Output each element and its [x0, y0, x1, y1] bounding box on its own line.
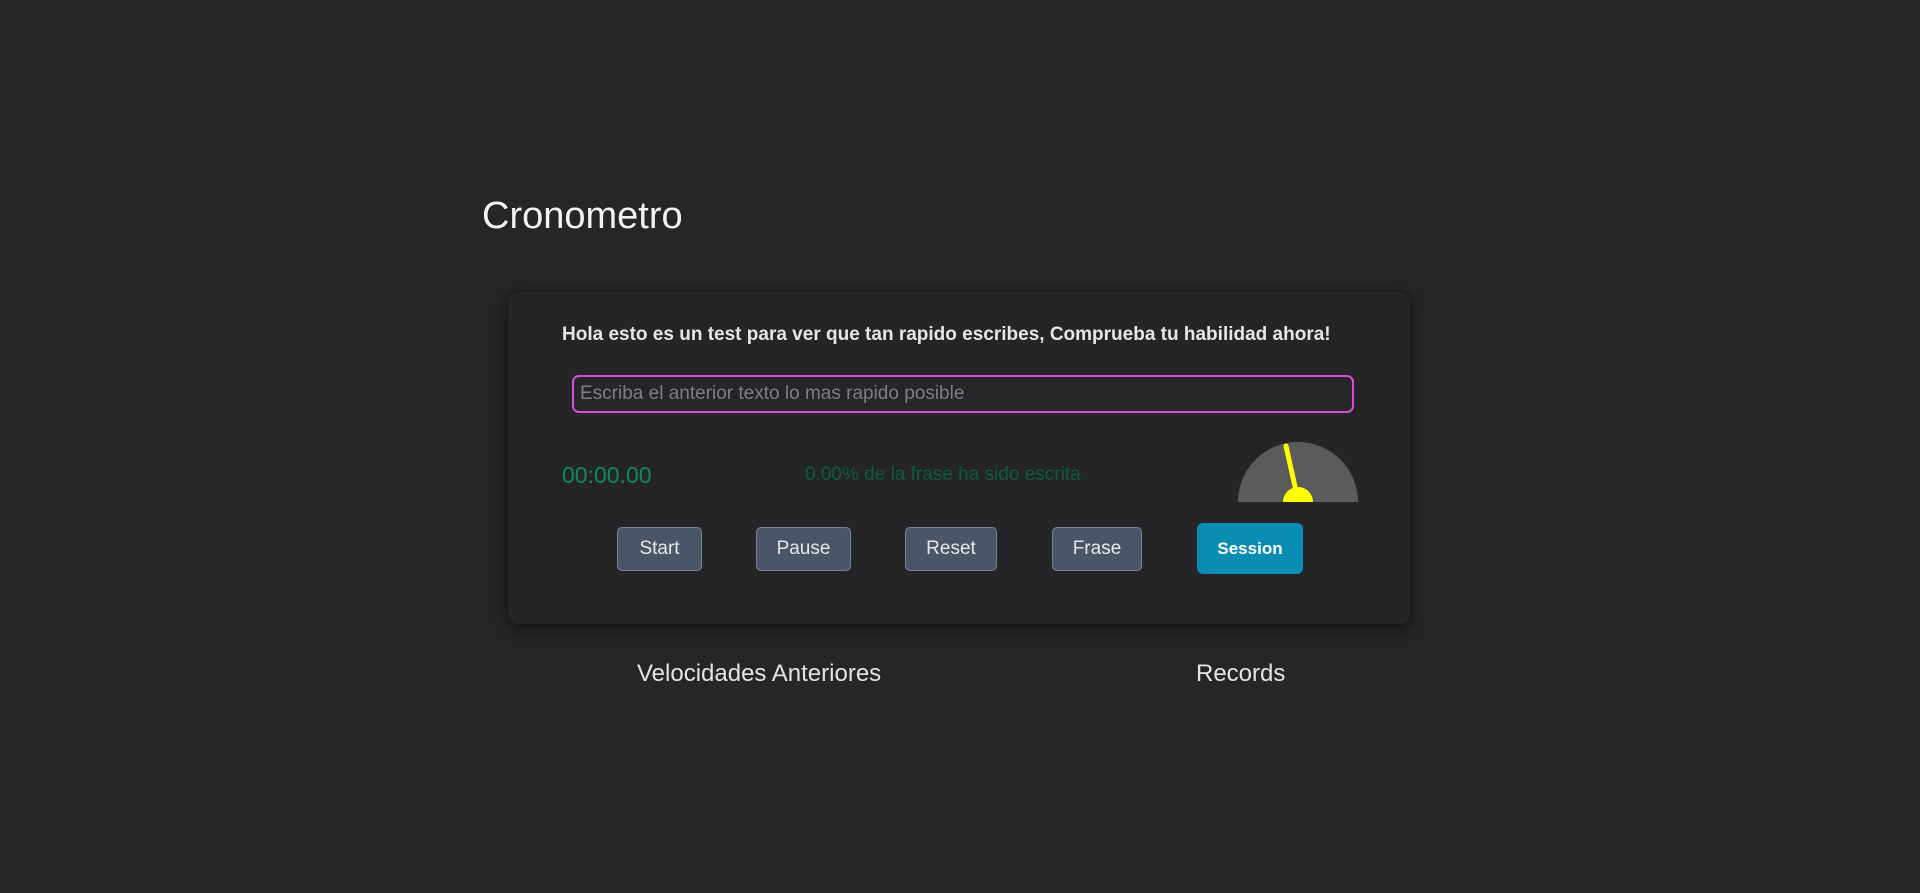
progress-text: 0.00% de la frase ha sido escrita	[805, 464, 1081, 485]
reset-button[interactable]: Reset	[905, 527, 997, 571]
pause-button[interactable]: Pause	[756, 527, 851, 571]
start-button[interactable]: Start	[617, 527, 702, 571]
test-phrase: Hola esto es un test para ver que tan ra…	[562, 324, 1331, 345]
typing-test-card: Hola esto es un test para ver que tan ra…	[508, 292, 1410, 624]
timer-display: 00:00.00	[562, 462, 652, 488]
records-heading: Records	[1196, 660, 1286, 687]
frase-button[interactable]: Frase	[1052, 527, 1142, 571]
typing-input[interactable]	[572, 375, 1354, 413]
session-button[interactable]: Session	[1197, 523, 1303, 574]
page-title: Cronometro	[482, 195, 683, 237]
speedometer-icon	[1238, 442, 1358, 502]
previous-speeds-heading: Velocidades Anteriores	[637, 660, 882, 687]
